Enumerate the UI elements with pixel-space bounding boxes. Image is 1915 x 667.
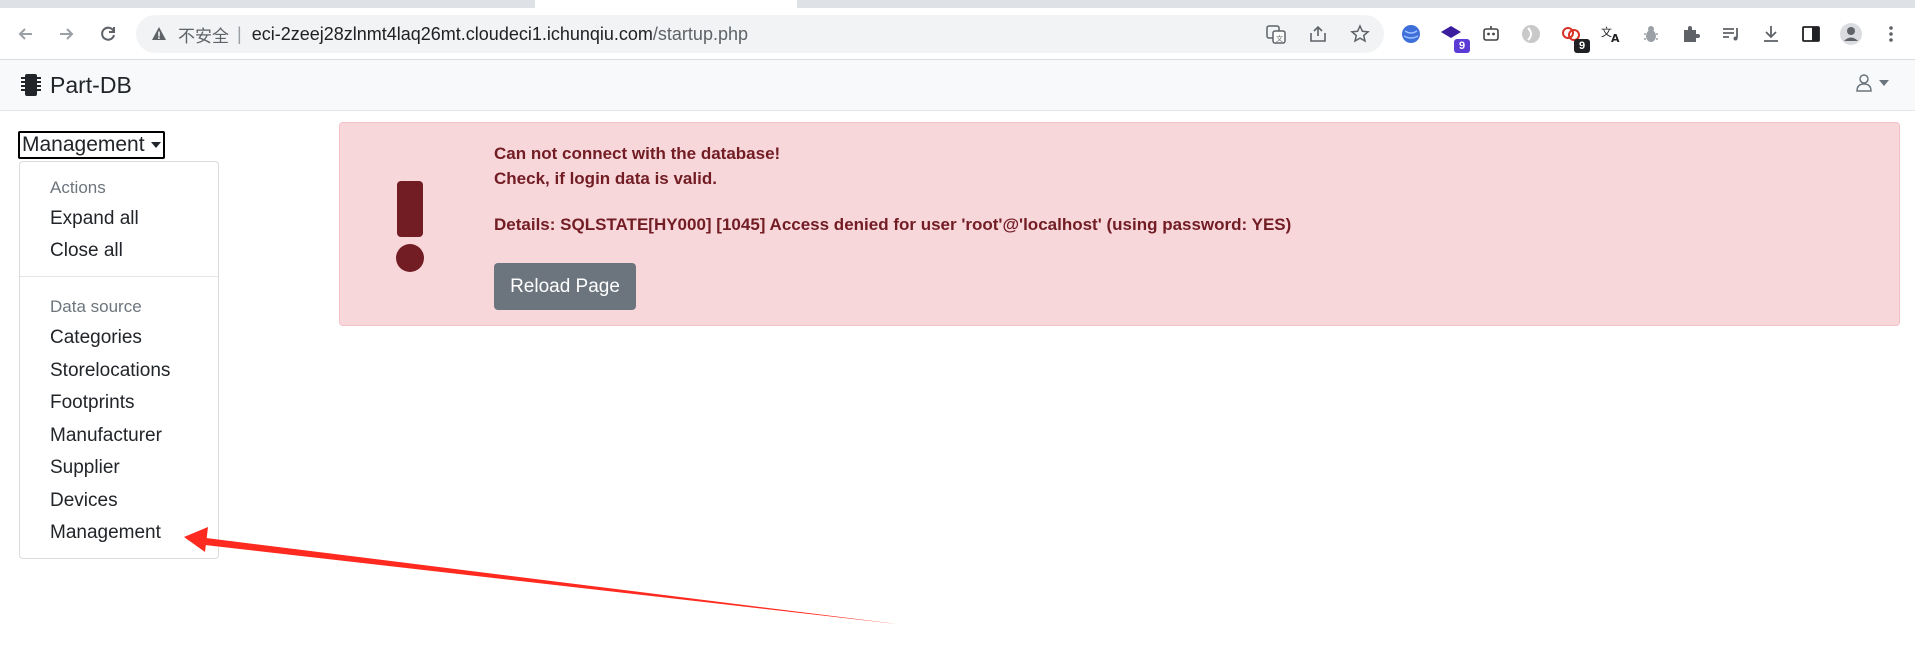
security-label[interactable]: 不安全 <box>178 22 229 47</box>
app-navbar: Part-DB <box>0 60 1915 111</box>
extension-badge: 9 <box>1574 39 1590 53</box>
tab-strip <box>0 0 1915 8</box>
management-dropdown-menu: Actions Expand all Close all Data source… <box>19 161 219 559</box>
source-item-devices[interactable]: Devices <box>50 490 118 512</box>
share-icon[interactable] <box>1308 24 1328 44</box>
brand-link[interactable]: Part-DB <box>20 70 132 100</box>
circle-extension-icon[interactable] <box>1518 21 1544 47</box>
alert-line-1: Can not connect with the database! <box>494 144 781 163</box>
active-tab[interactable] <box>535 0 797 8</box>
actions-header: Actions <box>50 178 106 197</box>
microchip-icon <box>21 74 41 96</box>
media-control-icon[interactable] <box>1718 21 1744 47</box>
brand-name: Part-DB <box>50 71 132 98</box>
translate-extension-icon[interactable]: 文A <box>1598 21 1624 47</box>
extension-badge: 9 <box>1454 39 1470 53</box>
expand-all-item[interactable]: Expand all <box>50 208 139 230</box>
warning-triangle-icon[interactable] <box>150 25 168 43</box>
url-path[interactable]: /startup.php <box>653 24 748 45</box>
graduation-extension-icon[interactable]: 9 <box>1438 21 1470 53</box>
source-item-storelocations[interactable]: Storelocations <box>50 360 170 382</box>
user-menu-toggle[interactable] <box>1855 73 1889 93</box>
globe-extension-icon[interactable] <box>1398 21 1424 47</box>
source-item-categories[interactable]: Categories <box>50 327 142 349</box>
user-icon <box>1856 74 1872 92</box>
alert-line-2: Check, if login data is valid. <box>494 169 717 188</box>
management-dropdown-toggle[interactable]: Management <box>18 131 165 159</box>
back-arrow-icon <box>18 28 32 40</box>
forward-button[interactable] <box>50 18 82 50</box>
address-separator: | <box>237 23 242 44</box>
source-item-management[interactable]: Management <box>50 522 161 544</box>
download-icon[interactable] <box>1758 21 1784 47</box>
svg-text:A: A <box>1611 32 1620 45</box>
bookmark-star-icon[interactable] <box>1350 24 1370 44</box>
management-toggle-label: Management <box>22 133 145 156</box>
svg-text:文: 文 <box>1276 34 1283 43</box>
translate-page-icon[interactable]: 文 <box>1266 24 1286 44</box>
caret-down-icon <box>150 142 161 148</box>
profile-icon[interactable] <box>1838 21 1864 47</box>
forward-arrow-icon <box>60 28 74 40</box>
source-item-footprints[interactable]: Footprints <box>50 392 134 414</box>
omnibox-actions: 文 <box>1266 15 1370 53</box>
alert-message: Can not connect with the database! Check… <box>494 141 780 191</box>
sidepanel-icon[interactable] <box>1798 21 1824 47</box>
database-error-alert: Can not connect with the database! Check… <box>339 122 1900 326</box>
url-host[interactable]: eci-2zeej28zlnmt4laq26mt.cloudeci1.ichun… <box>252 24 653 45</box>
back-button[interactable] <box>10 18 42 50</box>
puzzle-extension-icon[interactable] <box>1678 21 1704 47</box>
exclamation-icon <box>396 181 424 272</box>
alert-details: Details: SQLSTATE[HY000] [1045] Access d… <box>494 215 1292 234</box>
browser-toolbar: 不安全 | eci-2zeej28zlnmt4laq26mt.cloudeci1… <box>0 8 1915 60</box>
dropdown-divider <box>20 276 218 277</box>
address-bar[interactable]: 不安全 | eci-2zeej28zlnmt4laq26mt.cloudeci1… <box>136 15 1384 53</box>
link-extension-icon[interactable]: 9 <box>1558 21 1590 53</box>
robot-extension-icon[interactable] <box>1478 21 1504 47</box>
source-item-manufacturer[interactable]: Manufacturer <box>50 425 162 447</box>
reload-icon <box>101 26 115 41</box>
caret-down-icon <box>1879 80 1889 86</box>
reload-page-button[interactable]: Reload Page <box>494 263 636 310</box>
bug-extension-icon[interactable] <box>1638 21 1664 47</box>
kebab-menu-icon[interactable] <box>1878 21 1904 47</box>
extension-bar: 9 9 文A <box>1398 18 1904 53</box>
close-all-item[interactable]: Close all <box>50 240 123 262</box>
data-source-header: Data source <box>50 297 142 316</box>
reload-button[interactable] <box>92 18 124 50</box>
source-item-supplier[interactable]: Supplier <box>50 457 120 479</box>
